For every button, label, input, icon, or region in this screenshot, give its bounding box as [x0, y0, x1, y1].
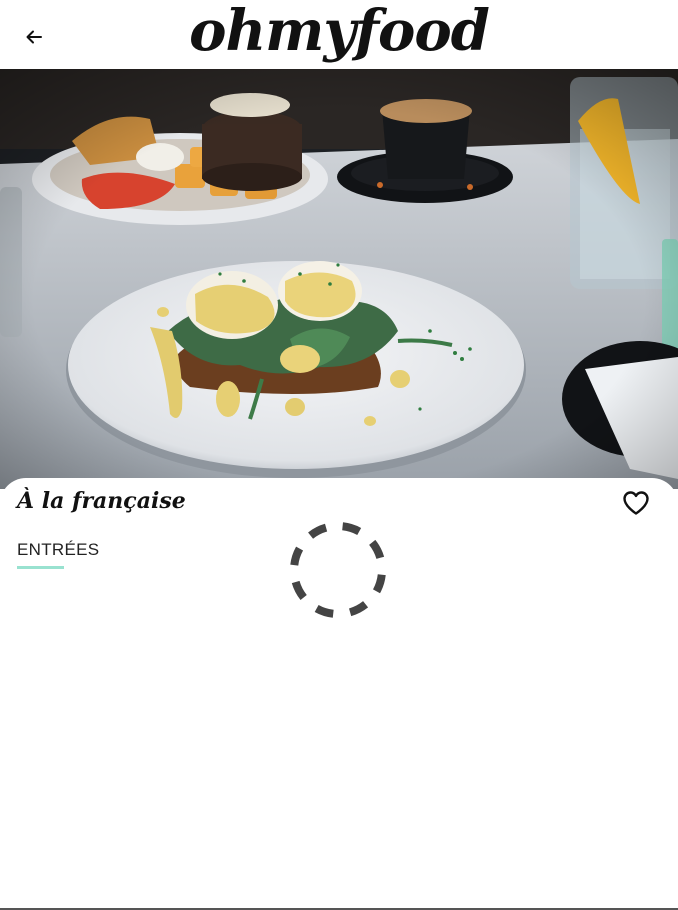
heart-outline-icon: [623, 491, 649, 515]
food-photo: [0, 69, 678, 489]
restaurant-title: À la française: [17, 488, 186, 514]
loading-spinner-icon: [288, 520, 388, 620]
menu-section-title: ENTRÉES: [17, 540, 100, 559]
section-underline: [17, 566, 64, 569]
back-button[interactable]: [22, 25, 46, 49]
favorite-button[interactable]: [622, 490, 650, 516]
hero-image: [0, 69, 678, 489]
restaurant-card: À la française ENTRÉES: [0, 478, 678, 908]
arrow-left-icon: [26, 30, 42, 44]
restaurant-page: ohmyfood À la française ENTRÉES: [0, 0, 678, 910]
app-logo[interactable]: ohmyfood: [0, 0, 678, 69]
top-header: ohmyfood: [0, 0, 678, 69]
